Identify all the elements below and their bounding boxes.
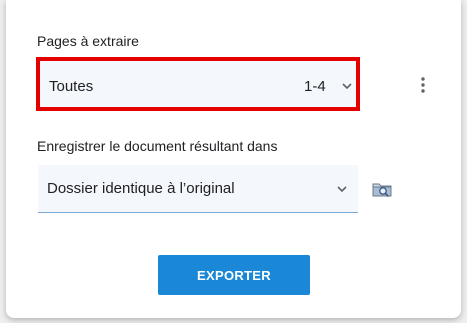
destination-folder-value: Dossier identique à l’original [47, 180, 235, 197]
pages-range-text: 1-4 [304, 78, 326, 95]
pages-select[interactable]: Toutes 1-4 [36, 57, 360, 111]
pages-select-value: Toutes [49, 78, 94, 95]
extract-pages-dialog: Pages à extraire Toutes 1-4 Enregistrer … [6, 0, 461, 318]
more-vert-icon[interactable] [412, 74, 434, 96]
chevron-down-icon [337, 186, 347, 193]
export-button[interactable]: EXPORTER [158, 255, 310, 295]
save-destination-label: Enregistrer le document résultant dans [37, 138, 278, 154]
chevron-down-icon [342, 83, 352, 90]
folder-search-icon[interactable] [372, 180, 392, 198]
pages-to-extract-label: Pages à extraire [37, 33, 139, 49]
destination-folder-select[interactable]: Dossier identique à l’original [38, 165, 358, 213]
